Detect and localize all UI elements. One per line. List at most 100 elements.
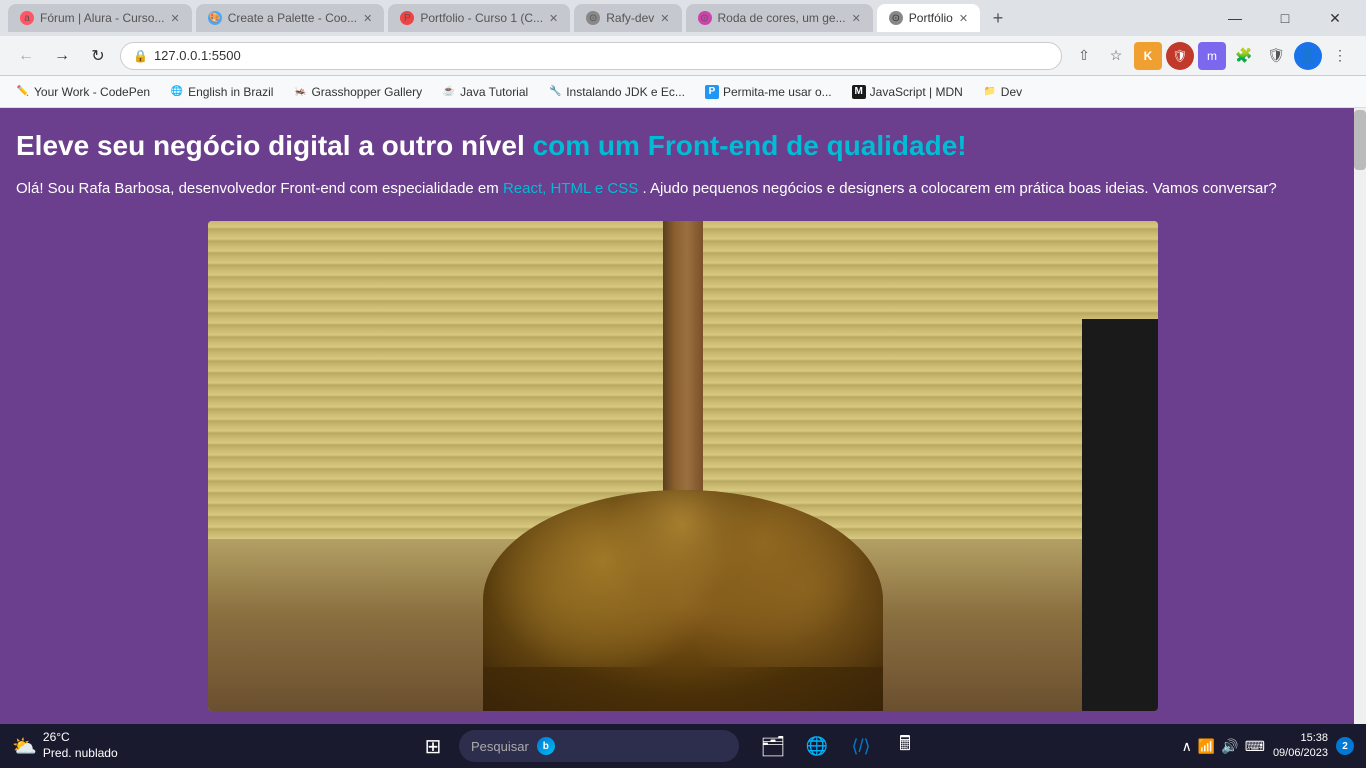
- bookmark-mdn[interactable]: M JavaScript | MDN: [844, 83, 971, 101]
- search-placeholder: Pesquisar: [471, 739, 529, 754]
- browser-tab-2[interactable]: 🎨 Create a Palette - Coo... ✕: [196, 4, 385, 32]
- browser-tab-4[interactable]: ⊙ Rafy-dev ✕: [574, 4, 681, 32]
- taskbar-right: ∧ 📶 🔊 ⌨ 15:38 09/06/2023 2: [1134, 731, 1354, 762]
- tab-close-3[interactable]: ✕: [549, 12, 558, 25]
- clock-widget[interactable]: 15:38 09/06/2023: [1273, 731, 1328, 762]
- tab-close-1[interactable]: ✕: [170, 12, 179, 25]
- bookmark-permita[interactable]: P Permita-me usar o...: [697, 83, 840, 101]
- main-content: Eleve seu negócio digital a outro nível …: [0, 108, 1366, 724]
- keyboard-icon[interactable]: ⌨: [1245, 738, 1265, 755]
- weather-icon: ⛅: [12, 734, 37, 759]
- hero-subtitle: Olá! Sou Rafa Barbosa, desenvolvedor Fro…: [16, 178, 1350, 201]
- taskbar-apps: 🗂 🌐 ⟨/⟩ 🖩: [753, 726, 925, 766]
- bookmark-favicon-jdk: 🔧: [548, 85, 562, 99]
- bookmark-java[interactable]: ☕ Java Tutorial: [434, 83, 536, 101]
- hero-title-main: Eleve seu negócio digital a outro nível: [16, 130, 525, 161]
- address-bar: ← → ↻ 🔒 127.0.0.1:5500 ⇧ ☆ K 🛡 m 🧩 🛡 👤 ⋮: [0, 36, 1366, 76]
- maximize-button[interactable]: □: [1262, 4, 1308, 32]
- bookmark-favicon-dev: 📁: [983, 85, 997, 99]
- taskbar-calculator-app[interactable]: 🖩: [885, 726, 925, 766]
- extension-k-icon[interactable]: K: [1134, 42, 1162, 70]
- security2-icon[interactable]: 🛡: [1262, 42, 1290, 70]
- minimize-button[interactable]: —: [1212, 4, 1258, 32]
- scrollbar-thumb[interactable]: [1354, 110, 1366, 170]
- bookmark-label-codepen: Your Work - CodePen: [34, 85, 150, 99]
- taskbar-left: ⛅ 26°C Pred. nublado: [12, 730, 212, 761]
- hair-curls-element: [483, 490, 883, 666]
- network-icon[interactable]: 📶: [1198, 738, 1215, 755]
- tab-label-4: Rafy-dev: [606, 11, 654, 25]
- url-bar[interactable]: 🔒 127.0.0.1:5500: [120, 42, 1062, 70]
- bookmark-favicon-java: ☕: [442, 85, 456, 99]
- menu-icon[interactable]: ⋮: [1326, 42, 1354, 70]
- photo-background: [208, 221, 1158, 711]
- start-button[interactable]: ⊞: [413, 726, 453, 766]
- tab-label-6: Portfólio: [909, 11, 953, 25]
- extension-shield-icon[interactable]: 🛡: [1166, 42, 1194, 70]
- user-icon[interactable]: 👤: [1294, 42, 1322, 70]
- tab-favicon-1: a: [20, 11, 34, 25]
- window-controls: — □ ✕: [1212, 4, 1358, 32]
- volume-icon[interactable]: 🔊: [1221, 738, 1238, 755]
- clock-time: 15:38: [1273, 731, 1328, 746]
- tab-favicon-5: ⊙: [698, 11, 712, 25]
- browser-tab-6[interactable]: ⊙ Portfólio ✕: [877, 4, 980, 32]
- weather-desc: Pred. nublado: [43, 746, 118, 762]
- bookmark-grasshopper[interactable]: 🦗 Grasshopper Gallery: [285, 83, 430, 101]
- system-icons: ∧ 📶 🔊 ⌨: [1182, 738, 1265, 755]
- tab-label-2: Create a Palette - Coo...: [228, 11, 357, 25]
- bookmark-label-mdn: JavaScript | MDN: [870, 85, 963, 99]
- tab-label-3: Portfolio - Curso 1 (C...: [420, 11, 543, 25]
- browser-tab-1[interactable]: a Fórum | Alura - Curso... ✕: [8, 4, 192, 32]
- dark-panel-element: [1082, 319, 1158, 711]
- notification-badge[interactable]: 2: [1336, 737, 1354, 755]
- taskbar-vscode-app[interactable]: ⟨/⟩: [841, 726, 881, 766]
- bookmark-label-english: English in Brazil: [188, 85, 273, 99]
- tab-close-4[interactable]: ✕: [660, 12, 669, 25]
- bookmark-label-java: Java Tutorial: [460, 85, 528, 99]
- bookmark-dev[interactable]: 📁 Dev: [975, 83, 1030, 101]
- puzzle-icon[interactable]: 🧩: [1230, 42, 1258, 70]
- bookmark-favicon-english: 🌐: [170, 85, 184, 99]
- hero-subtitle-link[interactable]: React, HTML e CSS: [503, 180, 638, 197]
- tab-close-2[interactable]: ✕: [363, 12, 372, 25]
- title-bar: a Fórum | Alura - Curso... ✕ 🎨 Create a …: [0, 0, 1366, 36]
- reload-button[interactable]: ↻: [84, 42, 112, 70]
- extension-m-icon[interactable]: m: [1198, 42, 1226, 70]
- weather-temp: 26°C: [43, 730, 118, 746]
- weather-widget[interactable]: ⛅ 26°C Pred. nublado: [12, 730, 118, 761]
- bookmark-jdk[interactable]: 🔧 Instalando JDK e Ec...: [540, 83, 693, 101]
- tab-close-5[interactable]: ✕: [852, 12, 861, 25]
- bookmark-codepen[interactable]: ✏️ Your Work - CodePen: [8, 83, 158, 101]
- bookmark-icon[interactable]: ☆: [1102, 42, 1130, 70]
- chevron-up-icon[interactable]: ∧: [1182, 738, 1192, 755]
- new-tab-button[interactable]: +: [984, 4, 1012, 32]
- tab-favicon-3: P: [400, 11, 414, 25]
- bookmark-english[interactable]: 🌐 English in Brazil: [162, 83, 281, 101]
- bookmark-favicon-permita: P: [705, 85, 719, 99]
- page-body: Eleve seu negócio digital a outro nível …: [0, 108, 1366, 724]
- taskbar-center: ⊞ Pesquisar b 🗂 🌐 ⟨/⟩ 🖩: [212, 726, 1134, 766]
- bookmark-label-jdk: Instalando JDK e Ec...: [566, 85, 685, 99]
- bookmark-favicon-codepen: ✏️: [16, 85, 30, 99]
- tab-label-1: Fórum | Alura - Curso...: [40, 11, 164, 25]
- tab-favicon-4: ⊙: [586, 11, 600, 25]
- back-button[interactable]: ←: [12, 42, 40, 70]
- hero-subtitle-after: . Ajudo pequenos negócios e designers a …: [642, 180, 1276, 197]
- taskbar-files-app[interactable]: 🗂: [753, 726, 793, 766]
- taskbar-search[interactable]: Pesquisar b: [459, 730, 739, 762]
- browser-tab-5[interactable]: ⊙ Roda de cores, um ge... ✕: [686, 4, 873, 32]
- share-icon[interactable]: ⇧: [1070, 42, 1098, 70]
- clock-date: 09/06/2023: [1273, 746, 1328, 761]
- weather-text: 26°C Pred. nublado: [43, 730, 118, 761]
- toolbar-icons: ⇧ ☆ K 🛡 m 🧩 🛡 👤 ⋮: [1070, 42, 1354, 70]
- tab-close-6[interactable]: ✕: [959, 12, 968, 25]
- bookmark-favicon-grasshopper: 🦗: [293, 85, 307, 99]
- close-button[interactable]: ✕: [1312, 4, 1358, 32]
- forward-button[interactable]: →: [48, 42, 76, 70]
- taskbar: ⛅ 26°C Pred. nublado ⊞ Pesquisar b 🗂 🌐 ⟨…: [0, 724, 1366, 768]
- taskbar-chrome-app[interactable]: 🌐: [797, 726, 837, 766]
- bookmark-label-grasshopper: Grasshopper Gallery: [311, 85, 422, 99]
- browser-tab-3[interactable]: P Portfolio - Curso 1 (C... ✕: [388, 4, 570, 32]
- scrollbar[interactable]: [1354, 108, 1366, 724]
